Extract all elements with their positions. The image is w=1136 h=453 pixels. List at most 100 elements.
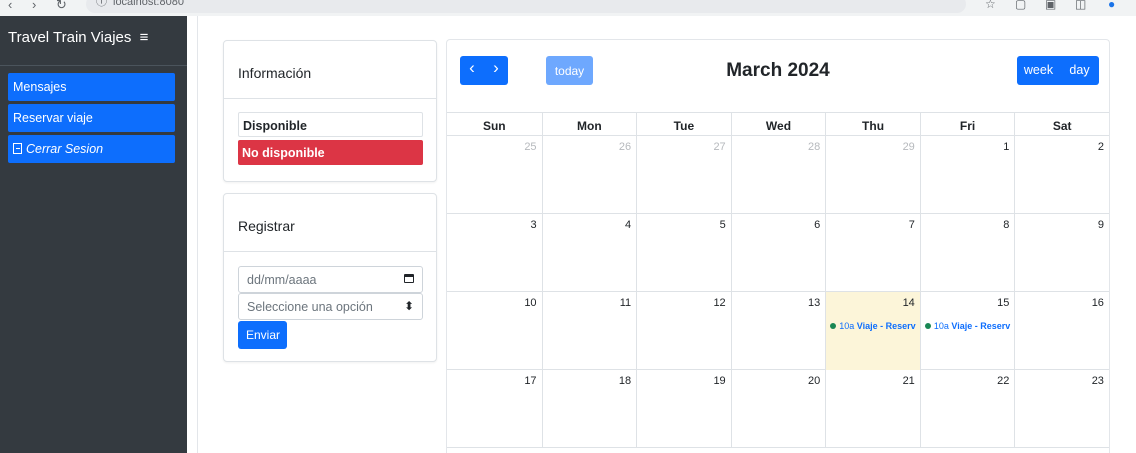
weekday-header: Mon	[541, 113, 637, 135]
reload-icon[interactable]: ↻	[56, 0, 67, 13]
day-number[interactable]: 22	[997, 375, 1009, 387]
sidebar-item-reservar-viaje[interactable]: Reservar viaje	[8, 104, 175, 132]
info-card: Información Disponible No disponible	[223, 40, 437, 182]
day-cell[interactable]: 28	[730, 136, 826, 214]
brand: Travel Train Viajes ≡	[0, 16, 187, 66]
day-number[interactable]: 16	[1092, 297, 1104, 309]
day-number[interactable]: 21	[903, 375, 915, 387]
day-view-button[interactable]: day	[1060, 56, 1099, 85]
day-number[interactable]: 23	[1092, 375, 1104, 387]
event-title: Viaje - Reserv	[856, 321, 916, 331]
day-cell[interactable]: 16	[1014, 292, 1109, 370]
address-bar[interactable]: ⓘ localhost:8080	[86, 0, 966, 13]
weekday-header: Wed	[730, 113, 826, 135]
week-view-button[interactable]: week	[1017, 56, 1060, 85]
day-cell[interactable]: 3	[447, 214, 542, 292]
site-info-icon[interactable]: ⓘ	[96, 0, 107, 8]
day-number[interactable]: 18	[619, 375, 631, 387]
day-number[interactable]: 5	[720, 219, 726, 231]
calendar-event[interactable]: 10a Viaje - Reserv	[924, 321, 1011, 331]
day-number[interactable]: 11	[620, 297, 631, 309]
menu-icon[interactable]: ≡	[140, 29, 149, 46]
day-cell[interactable]: 22	[919, 370, 1015, 448]
day-number[interactable]: 15	[997, 297, 1009, 309]
day-number[interactable]: 13	[808, 297, 820, 309]
day-number[interactable]: 25	[524, 141, 536, 153]
day-cell[interactable]: 20	[730, 370, 826, 448]
week-row: 25 26 27 28 29 1 2	[447, 136, 1109, 214]
week-row: 10 11 12 13 14 10a Viaje - Reserv 15 10a…	[447, 292, 1109, 370]
day-number[interactable]: 29	[903, 141, 915, 153]
day-number[interactable]: 19	[713, 375, 725, 387]
day-cell[interactable]: 1	[919, 136, 1015, 214]
day-cell-today[interactable]: 14 10a Viaje - Reserv	[825, 292, 920, 370]
day-cell[interactable]: 29	[825, 136, 920, 214]
day-cell[interactable]: 12	[636, 292, 731, 370]
day-cell[interactable]: 21	[825, 370, 920, 448]
day-number[interactable]: 1	[1003, 141, 1009, 153]
day-cell[interactable]: 10	[447, 292, 542, 370]
day-cell[interactable]: 27	[636, 136, 731, 214]
tab-search-icon[interactable]: ◫	[1075, 0, 1086, 11]
sidebar-item-cerrar-sesion[interactable]: Cerrar Sesion	[8, 135, 175, 163]
option-select[interactable]: Seleccione una opción ⬍	[238, 293, 423, 320]
date-input[interactable]: dd/mm/aaaa	[238, 266, 423, 293]
event-dot-icon	[924, 323, 931, 329]
date-placeholder: dd/mm/aaaa	[247, 273, 317, 287]
calendar-toolbar: March 2024 ‹ › today week day	[447, 40, 1109, 110]
day-cell[interactable]: 15 10a Viaje - Reserv	[919, 292, 1015, 370]
day-number[interactable]: 6	[814, 219, 820, 231]
day-number[interactable]: 2	[1098, 141, 1104, 153]
day-cell[interactable]: 8	[919, 214, 1015, 292]
day-number[interactable]: 26	[619, 141, 631, 153]
day-cell[interactable]: 13	[730, 292, 826, 370]
day-cell[interactable]: 18	[541, 370, 637, 448]
next-button[interactable]: ›	[484, 56, 508, 85]
day-cell[interactable]: 9	[1014, 214, 1109, 292]
calendar: March 2024 ‹ › today week day Sun Mon Tu…	[446, 39, 1110, 453]
day-number[interactable]: 28	[808, 141, 820, 153]
calendar-event[interactable]: 10a Viaje - Reserv	[830, 321, 916, 331]
downloads-icon[interactable]: ▣	[1045, 0, 1056, 11]
day-number[interactable]: 7	[909, 219, 915, 231]
day-cell[interactable]: 17	[447, 370, 542, 448]
legend-unavailable: No disponible	[238, 140, 423, 165]
day-number[interactable]: 8	[1003, 219, 1009, 231]
day-number[interactable]: 9	[1098, 219, 1104, 231]
day-number[interactable]: 3	[530, 219, 536, 231]
day-number[interactable]: 14	[903, 297, 915, 309]
legend-available: Disponible	[238, 112, 423, 137]
day-number[interactable]: 10	[524, 297, 536, 309]
day-cell[interactable]: 11	[541, 292, 637, 370]
day-number[interactable]: 17	[524, 375, 536, 387]
profile-icon[interactable]: ●	[1108, 0, 1115, 11]
calendar-icon[interactable]	[404, 271, 414, 286]
register-card: Registrar dd/mm/aaaa Seleccione una opci…	[223, 193, 437, 362]
today-button[interactable]: today	[546, 56, 593, 85]
prev-button[interactable]: ‹	[460, 56, 484, 85]
event-title: Viaje - Reserv	[951, 321, 1011, 331]
day-cell[interactable]: 7	[825, 214, 920, 292]
event-time: 10a	[839, 321, 855, 331]
sidebar-item-label: Reservar viaje	[13, 111, 93, 125]
day-number[interactable]: 27	[713, 141, 725, 153]
day-cell[interactable]: 23	[1014, 370, 1109, 448]
back-icon[interactable]: ‹	[8, 0, 12, 12]
star-icon[interactable]: ☆	[985, 0, 996, 11]
extensions-icon[interactable]: ▢	[1015, 0, 1026, 11]
day-cell[interactable]: 19	[636, 370, 731, 448]
forward-icon[interactable]: ›	[32, 0, 36, 12]
submit-button[interactable]: Enviar	[238, 321, 287, 349]
day-cell[interactable]: 5	[636, 214, 731, 292]
day-number[interactable]: 12	[713, 297, 725, 309]
day-cell[interactable]: 6	[730, 214, 826, 292]
day-cell[interactable]: 2	[1014, 136, 1109, 214]
day-number[interactable]: 4	[625, 219, 631, 231]
calendar-grid: Sun Mon Tue Wed Thu Fri Sat 25 26 27 28 …	[447, 112, 1109, 448]
sidebar-item-mensajes[interactable]: Mensajes	[8, 73, 175, 101]
day-cell[interactable]: 26	[541, 136, 637, 214]
day-number[interactable]: 20	[808, 375, 820, 387]
day-cell[interactable]: 4	[541, 214, 637, 292]
day-cell[interactable]: 25	[447, 136, 542, 214]
nav-button-group: ‹ ›	[460, 56, 508, 85]
